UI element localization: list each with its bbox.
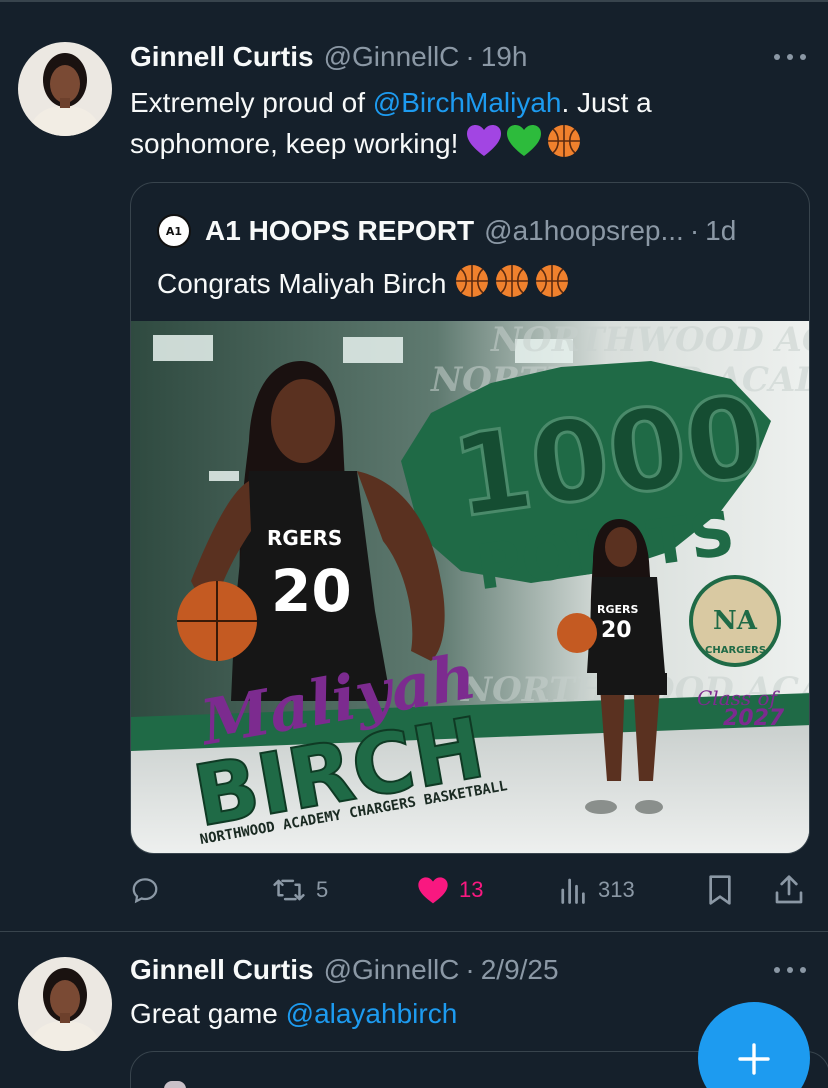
retweet-button[interactable]: 5 [272, 872, 328, 908]
avatar[interactable] [18, 957, 112, 1051]
mention-link[interactable]: @alayahbirch [286, 998, 458, 1029]
share-button[interactable] [774, 872, 804, 908]
separator-dot: · [465, 41, 475, 72]
quote-avatar[interactable]: A1 [157, 214, 191, 248]
bookmark-button[interactable] [706, 872, 734, 908]
heart-icon [418, 877, 448, 904]
bookmark-icon [709, 875, 731, 905]
logo-text: CHARGERS [705, 645, 766, 656]
tweet-actions: 5 13 313 [130, 868, 810, 912]
reply-icon [132, 878, 158, 904]
green-heart-icon [507, 125, 542, 156]
separator-dot: · [465, 954, 475, 985]
basketball-icon [496, 265, 529, 297]
quote-media-image[interactable]: NORTHWOOD ACADEMY CHARGERS NORTHWOOD ACA… [131, 321, 810, 853]
retweet-icon [273, 879, 305, 901]
author-name[interactable]: Ginnell Curtis [130, 954, 314, 986]
quote-timestamp[interactable]: 1d [705, 215, 736, 247]
separator-dot: · [689, 215, 700, 246]
jersey-text-small: RGERS [597, 603, 638, 616]
timestamp[interactable]: 19h [481, 41, 528, 73]
tweet-header: Ginnell Curtis @GinnellC · 2/9/25 [130, 951, 768, 989]
quote-text-content: Congrats Maliyah Birch [157, 268, 455, 299]
quote-author-handle[interactable]: @a1hoopsrep... [484, 215, 684, 247]
more-horizontal-icon[interactable] [774, 50, 806, 64]
tweet-text: Great game @alayahbirch [130, 993, 770, 1034]
views-button[interactable]: 313 [560, 872, 635, 908]
jersey-number: 20 [271, 557, 352, 625]
graphic-bg-text: NORTHWOOD ACADEMY CHARGERS [490, 321, 810, 360]
more-horizontal-icon[interactable] [774, 963, 806, 977]
quote-author-name[interactable]: A1 HOOPS REPORT [205, 215, 474, 247]
quote-header: A1 A1 HOOPS REPORT @a1hoopsrep... · 1d [157, 213, 736, 249]
quote-text: Congrats Maliyah Birch [157, 263, 574, 304]
plus-icon [738, 1043, 770, 1075]
like-count: 13 [459, 877, 484, 902]
basketball-icon [536, 265, 569, 297]
class-year: 2027 [723, 706, 785, 731]
avatar[interactable] [18, 42, 112, 136]
jersey-text: RGERS [267, 526, 342, 550]
tweet-header: Ginnell Curtis @GinnellC · 19h [130, 38, 768, 76]
tweet-text-before: Great game [130, 998, 286, 1029]
share-icon [775, 875, 803, 904]
team-logo: NA CHARGERS [689, 575, 781, 667]
jersey-number-small: 20 [601, 618, 632, 643]
logo-letters: NA [713, 606, 758, 636]
views-icon [561, 878, 585, 904]
quoted-tweet[interactable]: A1 A1 HOOPS REPORT @a1hoopsrep... · 1d C… [130, 182, 810, 854]
like-button[interactable]: 13 [417, 872, 483, 908]
basketball-icon [456, 265, 489, 297]
author-name[interactable]: Ginnell Curtis [130, 41, 314, 73]
tweet-text-before: Extremely proud of [130, 87, 373, 118]
tweet-text: Extremely proud of @BirchMaliyah. Just a… [130, 82, 770, 164]
reply-button[interactable] [130, 872, 160, 908]
retweet-count: 5 [316, 877, 329, 902]
author-handle[interactable]: @GinnellC [324, 41, 460, 73]
basketball-icon [548, 125, 581, 157]
quote-avatar [164, 1081, 186, 1088]
author-handle[interactable]: @GinnellC [324, 954, 460, 986]
timestamp[interactable]: 2/9/25 [481, 954, 559, 986]
views-count: 313 [598, 877, 635, 902]
tweet[interactable]: Ginnell Curtis @GinnellC · 19h Extremely… [0, 2, 828, 932]
purple-heart-icon [467, 125, 502, 156]
mention-link[interactable]: @BirchMaliyah [373, 87, 562, 118]
